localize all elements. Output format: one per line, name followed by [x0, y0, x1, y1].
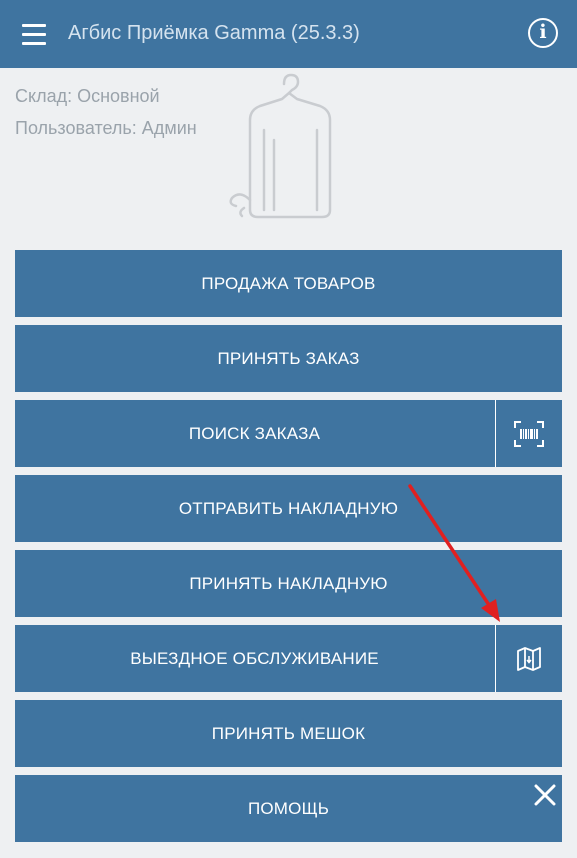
- warehouse-label: Склад: Основной: [15, 86, 160, 106]
- user-label: Пользователь: Админ: [15, 118, 197, 138]
- menu-row-send-invoice: ОТПРАВИТЬ НАКЛАДНУЮ: [15, 475, 562, 542]
- app-bar: Агбис Приёмка Gamma (25.3.3) i: [0, 0, 577, 68]
- search-order-button[interactable]: ПОИСК ЗАКАЗА: [15, 400, 494, 467]
- garment-bag-illustration: [229, 73, 332, 219]
- app-title: Агбис Приёмка Gamma (25.3.3): [68, 22, 360, 44]
- accept-order-button[interactable]: ПРИНЯТЬ ЗАКАЗ: [15, 325, 562, 392]
- help-button[interactable]: ПОМОЩЬ: [15, 775, 562, 842]
- barcode-scan-button[interactable]: [495, 400, 562, 467]
- menu-row-accept-invoice: ПРИНЯТЬ НАКЛАДНУЮ: [15, 550, 562, 617]
- field-service-button[interactable]: ВЫЕЗДНОЕ ОБСЛУЖИВАНИЕ: [15, 625, 494, 692]
- map-icon: [517, 646, 541, 671]
- menu-row-sales: ПРОДАЖА ТОВАРОВ: [15, 250, 562, 317]
- send-invoice-button[interactable]: ОТПРАВИТЬ НАКЛАДНУЮ: [15, 475, 562, 542]
- accept-invoice-button[interactable]: ПРИНЯТЬ НАКЛАДНУЮ: [15, 550, 562, 617]
- menu-row-accept-bag: ПРИНЯТЬ МЕШОК: [15, 700, 562, 767]
- menu-row-field-service: ВЫЕЗДНОЕ ОБСЛУЖИВАНИЕ: [15, 625, 562, 692]
- hamburger-menu-icon[interactable]: [22, 24, 46, 46]
- map-button[interactable]: [495, 625, 562, 692]
- menu-row-help: ПОМОЩЬ: [15, 775, 562, 842]
- menu-row-accept-order: ПРИНЯТЬ ЗАКАЗ: [15, 325, 562, 392]
- sales-button[interactable]: ПРОДАЖА ТОВАРОВ: [15, 250, 562, 317]
- info-icon[interactable]: i: [528, 18, 558, 48]
- accept-bag-button[interactable]: ПРИНЯТЬ МЕШОК: [15, 700, 562, 767]
- barcode-scan-icon: [514, 420, 544, 447]
- close-icon[interactable]: [534, 784, 556, 806]
- menu-row-search-order: ПОИСК ЗАКАЗА: [15, 400, 562, 467]
